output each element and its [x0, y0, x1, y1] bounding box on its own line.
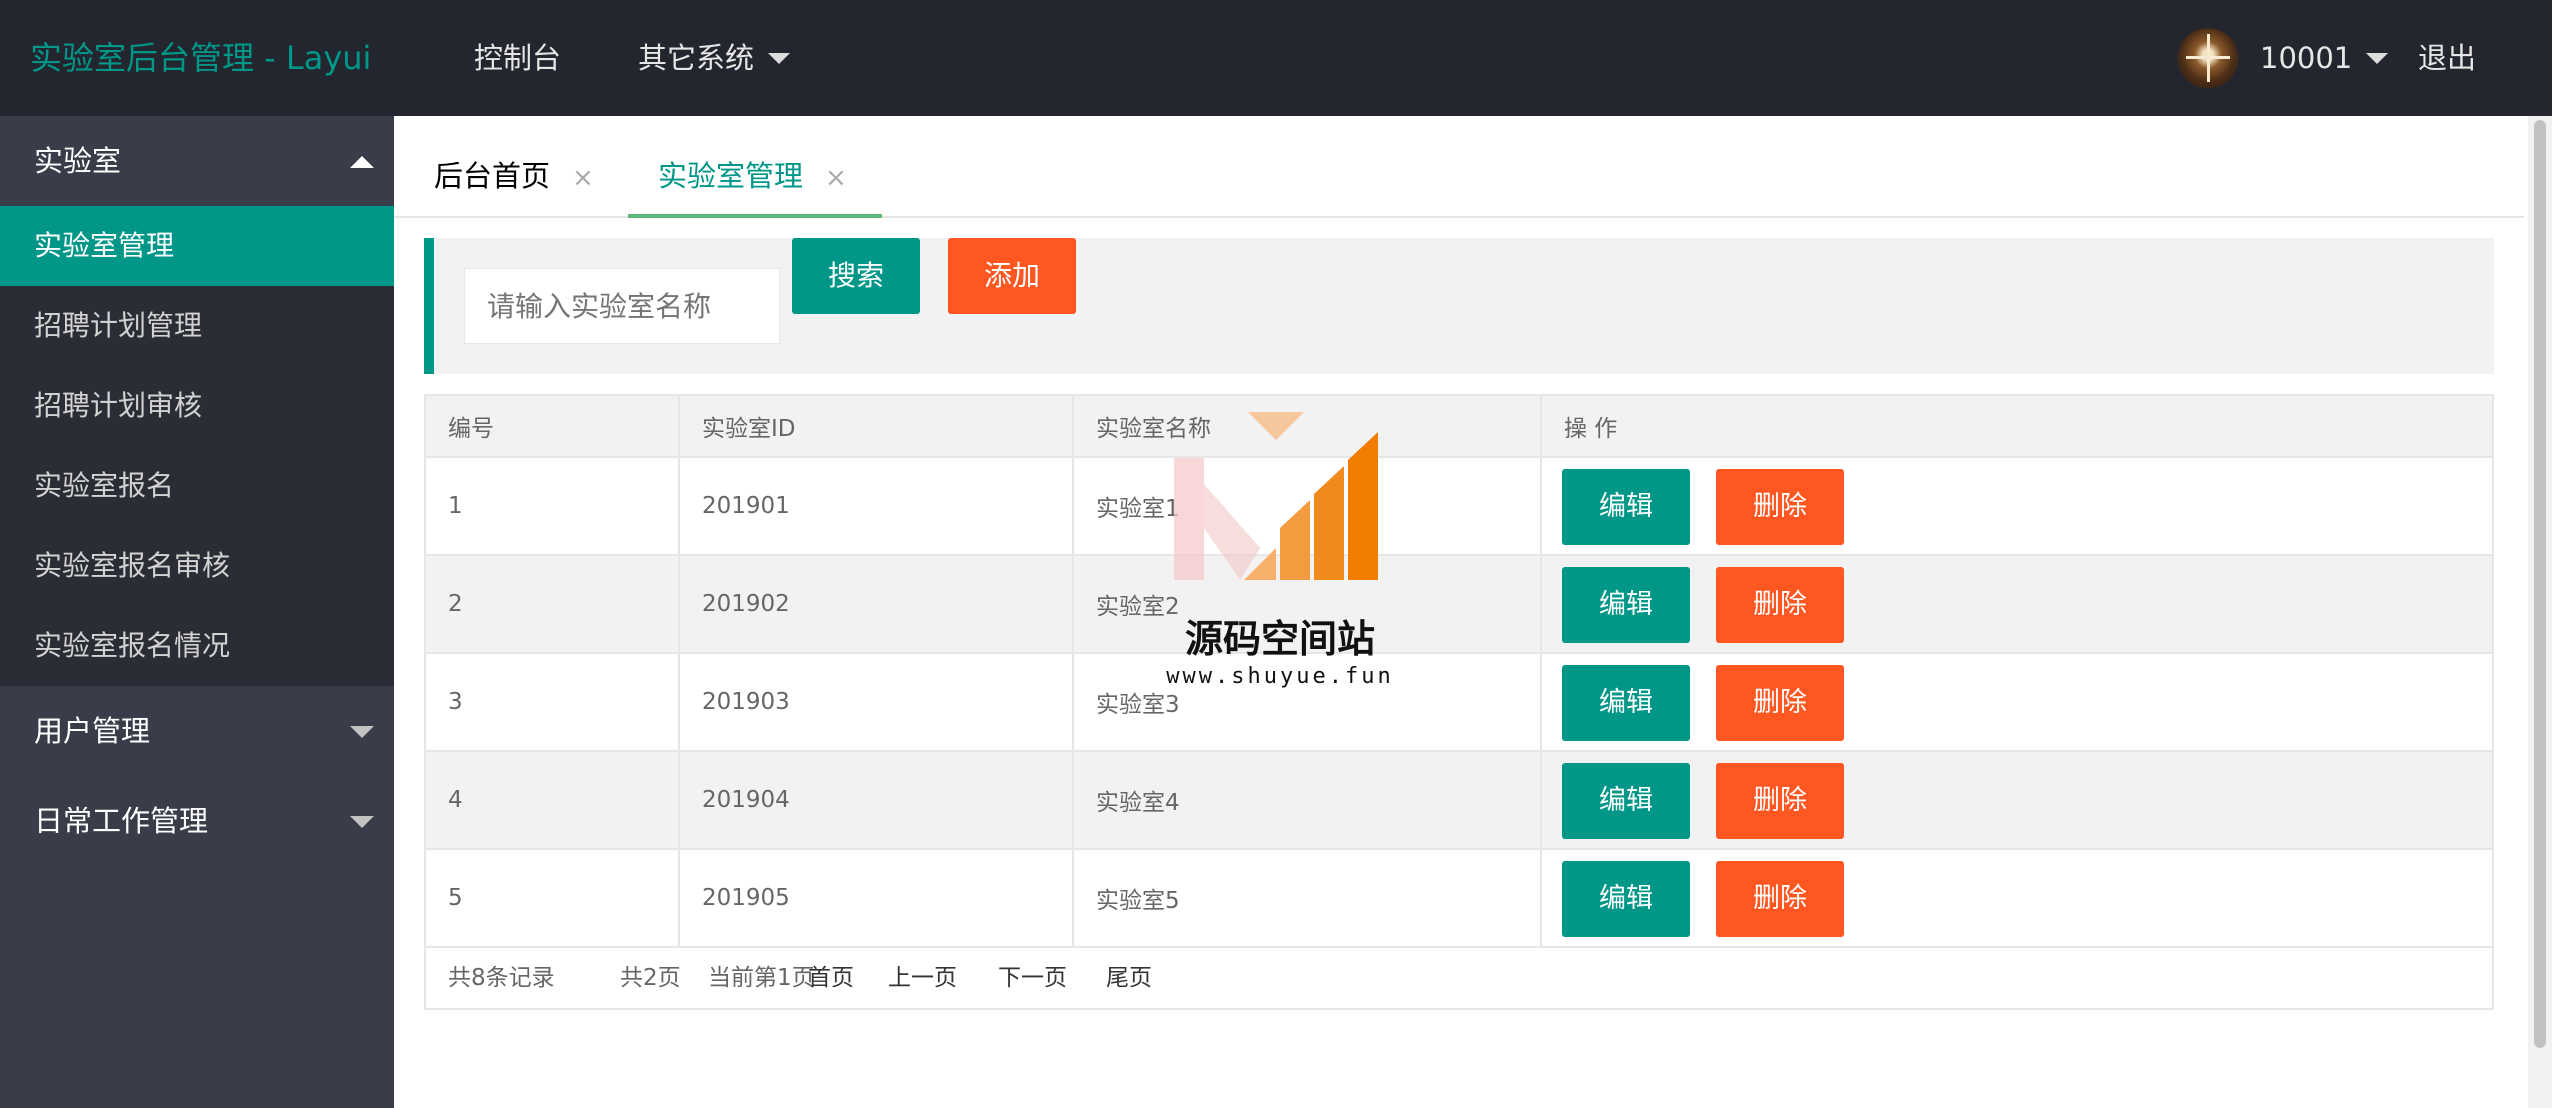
tab-label: 后台首页	[434, 159, 551, 193]
tab-bar: 后台首页 × 实验室管理 ×	[394, 116, 2524, 218]
user-menu[interactable]: 10001	[2260, 0, 2389, 116]
top-header: 实验室后台管理 - Layui 控制台 其它系统 10001 退出	[0, 0, 2552, 116]
cell-lab-id: 201901	[680, 458, 1074, 554]
sidebar-item-signup-status[interactable]: 实验室报名情况	[0, 606, 394, 686]
cell-no: 4	[426, 752, 680, 848]
sidebar-group-label: 实验室	[34, 144, 122, 178]
table-row: 5 201905 实验室5 编辑 删除	[426, 850, 2492, 948]
sidebar-group-users[interactable]: 用户管理	[0, 686, 394, 776]
column-header-no: 编号	[426, 396, 680, 456]
cell-no: 3	[426, 654, 680, 750]
add-button[interactable]: 添加	[948, 238, 1076, 314]
pager-current-page: 当前第1页	[708, 965, 815, 991]
column-header-lab-id: 实验室ID	[680, 396, 1074, 456]
table-row: 2 201902 实验室2 编辑 删除	[426, 556, 2492, 654]
pager-prev-link[interactable]: 上一页	[888, 948, 957, 1008]
logout-link[interactable]: 退出	[2418, 0, 2476, 116]
sidebar-item-lab-signup[interactable]: 实验室报名	[0, 446, 394, 526]
sidebar-item-lab-management[interactable]: 实验室管理	[0, 206, 394, 286]
chevron-down-icon	[350, 726, 374, 738]
pagination: 共8条记录 共2页 当前第1页 首页 上一页 下一页 尾页	[426, 948, 2492, 1008]
pager-next-link[interactable]: 下一页	[998, 948, 1067, 1008]
cell-actions: 编辑 删除	[1542, 752, 2494, 848]
table-header-row: 编号 实验室ID 实验室名称 操 作	[426, 396, 2492, 458]
tab-lab-management[interactable]: 实验室管理 ×	[658, 116, 847, 218]
cell-lab-id: 201904	[680, 752, 1074, 848]
table-row: 4 201904 实验室4 编辑 删除	[426, 752, 2492, 850]
sidebar-group-daily-work[interactable]: 日常工作管理	[0, 776, 394, 866]
sidebar-item-recruit-review[interactable]: 招聘计划审核	[0, 366, 394, 446]
delete-button[interactable]: 删除	[1716, 567, 1844, 643]
close-icon[interactable]: ×	[825, 118, 847, 238]
pager-total-records: 共8条记录	[448, 965, 555, 991]
delete-button[interactable]: 删除	[1716, 763, 1844, 839]
sidebar-group-label: 日常工作管理	[34, 804, 209, 838]
cell-lab-id: 201902	[680, 556, 1074, 652]
table-row: 3 201903 实验室3 编辑 删除	[426, 654, 2492, 752]
tab-home[interactable]: 后台首页 ×	[434, 116, 594, 218]
sidebar-item-recruit-plan[interactable]: 招聘计划管理	[0, 286, 394, 366]
pager-total-pages: 共2页	[620, 965, 681, 991]
edit-button[interactable]: 编辑	[1562, 763, 1690, 839]
edit-button[interactable]: 编辑	[1562, 567, 1690, 643]
cell-actions: 编辑 删除	[1542, 850, 2494, 946]
user-name: 10001	[2260, 41, 2353, 75]
tab-label: 实验室管理	[658, 159, 804, 193]
search-button[interactable]: 搜索	[792, 238, 920, 314]
app-logo[interactable]: 实验室后台管理 - Layui	[30, 0, 371, 116]
watermark-logo-icon	[1174, 412, 1378, 580]
sidebar-group-label: 用户管理	[34, 714, 151, 748]
search-input[interactable]	[464, 268, 780, 344]
nav-console[interactable]: 控制台	[474, 0, 561, 116]
column-header-actions: 操 作	[1564, 416, 1618, 442]
main-content: 后台首页× 实验室管理× 搜索 添加 编号 实验室ID 实验室名称 操 作 1 …	[394, 116, 2528, 1108]
cell-lab-name: 实验室4	[1074, 752, 1542, 848]
avatar[interactable]	[2178, 28, 2238, 88]
cell-actions: 编辑 删除	[1542, 654, 2494, 750]
vertical-scrollbar[interactable]	[2528, 116, 2552, 1108]
cell-actions: 编辑 删除	[1542, 556, 2494, 652]
chevron-down-icon	[350, 816, 374, 828]
sidebar-group-lab[interactable]: 实验室	[0, 116, 394, 206]
delete-button[interactable]: 删除	[1716, 469, 1844, 545]
cell-no: 5	[426, 850, 680, 946]
cell-lab-id: 201903	[680, 654, 1074, 750]
cell-lab-name: 实验室5	[1074, 850, 1542, 946]
sidebar-submenu: 实验室管理 招聘计划管理 招聘计划审核 实验室报名 实验室报名审核 实验室报名情…	[0, 206, 394, 686]
chevron-up-icon	[350, 156, 374, 168]
nav-console-label: 控制台	[474, 41, 562, 75]
scrollbar-thumb[interactable]	[2534, 120, 2546, 1048]
cell-no: 2	[426, 556, 680, 652]
delete-button[interactable]: 删除	[1716, 861, 1844, 937]
nav-other-systems[interactable]: 其它系统	[638, 0, 791, 116]
close-icon[interactable]: ×	[572, 118, 594, 238]
chevron-down-icon	[768, 52, 791, 64]
sidebar-item-signup-review[interactable]: 实验室报名审核	[0, 526, 394, 606]
table-row: 1 201901 实验室1 编辑 删除	[426, 458, 2492, 556]
edit-button[interactable]: 编辑	[1562, 665, 1690, 741]
search-toolbar: 搜索 添加	[424, 238, 2494, 374]
cell-no: 1	[426, 458, 680, 554]
chevron-down-icon	[2366, 52, 2389, 64]
edit-button[interactable]: 编辑	[1562, 861, 1690, 937]
active-tab-indicator	[628, 214, 882, 218]
lab-table: 编号 实验室ID 实验室名称 操 作 1 201901 实验室1 编辑 删除 2…	[424, 394, 2494, 1010]
delete-button[interactable]: 删除	[1716, 665, 1844, 741]
nav-other-systems-label: 其它系统	[638, 41, 755, 75]
edit-button[interactable]: 编辑	[1562, 469, 1690, 545]
watermark-url: www.shuyue.fun	[1166, 664, 1394, 689]
sidebar: 实验室 实验室管理 招聘计划管理 招聘计划审核 实验室报名 实验室报名审核 实验…	[0, 116, 394, 1108]
watermark: 源码空间站 www.shuyue.fun	[1160, 408, 1400, 708]
watermark-title: 源码空间站	[1184, 617, 1375, 661]
pager-first-link[interactable]: 首页	[808, 948, 854, 1008]
pager-last-link[interactable]: 尾页	[1106, 948, 1152, 1008]
cell-actions: 编辑 删除	[1542, 458, 2494, 554]
cell-lab-id: 201905	[680, 850, 1074, 946]
